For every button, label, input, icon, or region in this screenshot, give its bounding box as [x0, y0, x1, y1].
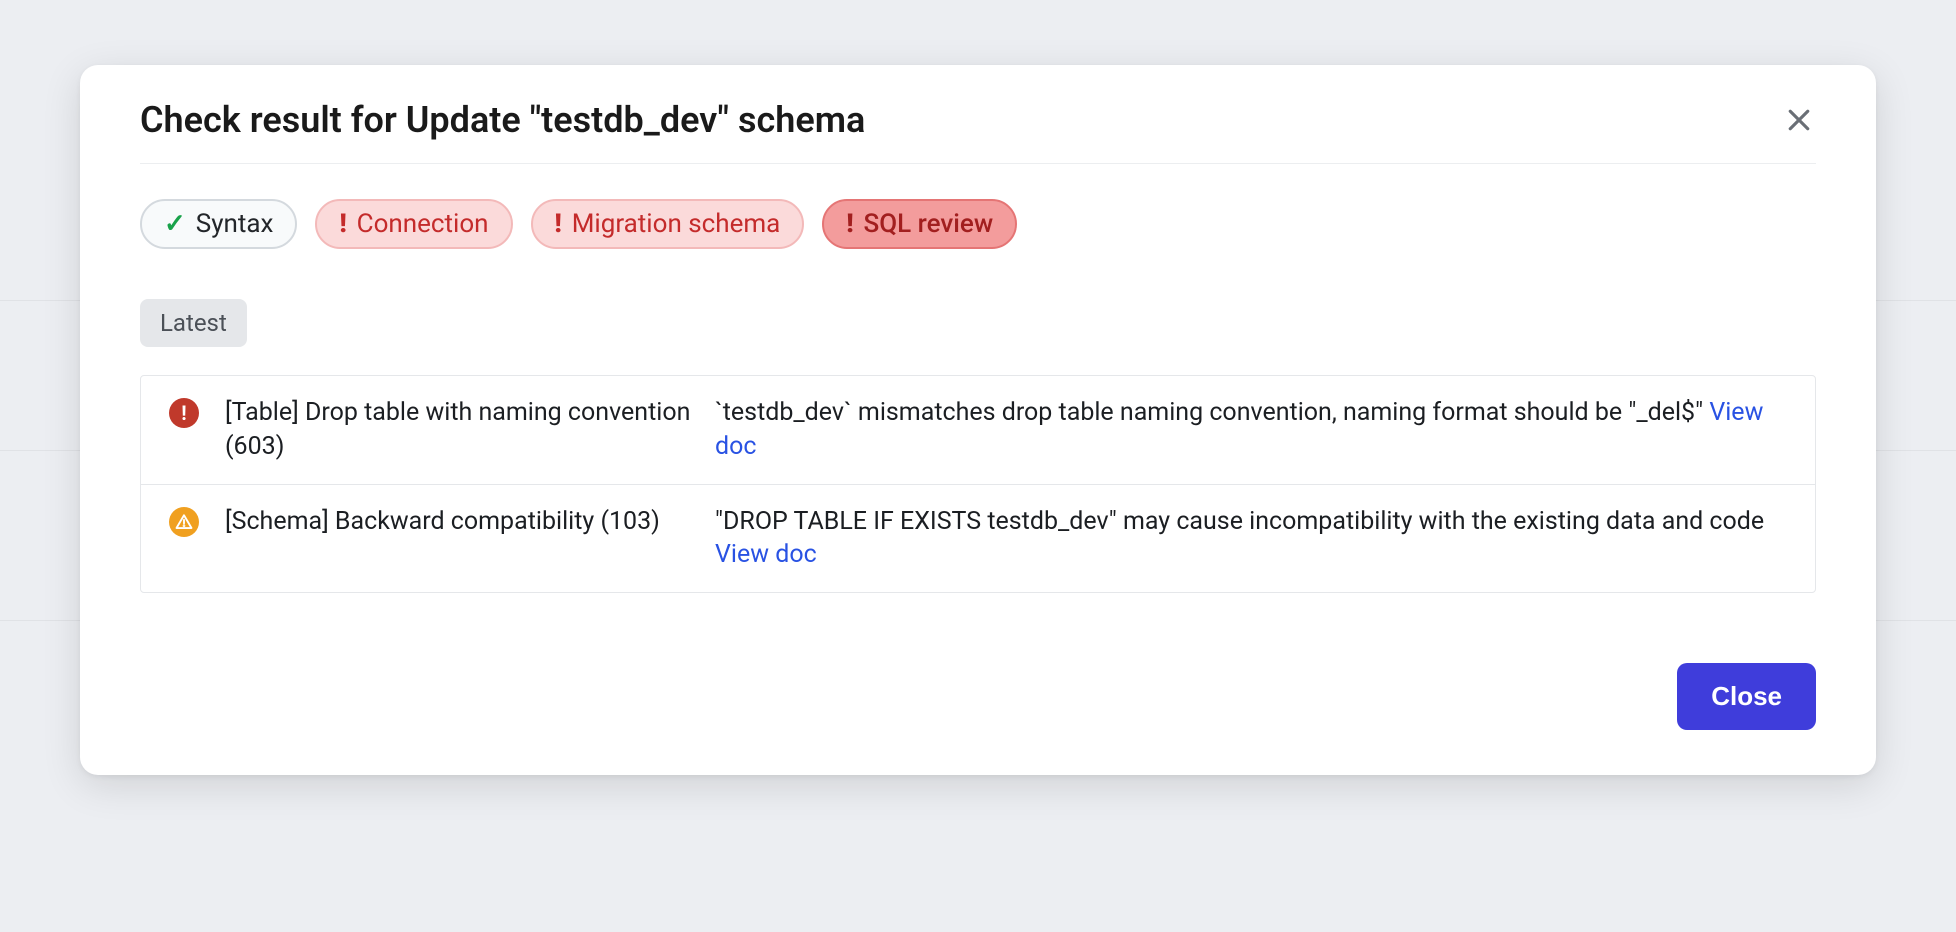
row-severity-icon-wrap: !: [169, 396, 205, 428]
result-row: [Schema] Backward compatibility (103) "D…: [141, 485, 1815, 593]
chip-migration-schema[interactable]: ! Migration schema: [531, 199, 805, 249]
chip-sql-review[interactable]: ! SQL review: [822, 199, 1017, 249]
result-description-text: "DROP TABLE IF EXISTS testdb_dev" may ca…: [715, 507, 1764, 536]
exclamation-icon: !: [555, 209, 562, 239]
check-icon: ✓: [164, 209, 186, 239]
triangle-exclamation-icon: [175, 513, 193, 531]
result-description: `testdb_dev` mismatches drop table namin…: [715, 396, 1787, 464]
exclamation-icon: !: [339, 209, 346, 239]
chip-label: Migration schema: [572, 209, 781, 239]
view-doc-link[interactable]: View doc: [715, 540, 817, 569]
chip-label: Syntax: [196, 209, 274, 239]
chip-connection[interactable]: ! Connection: [315, 199, 512, 249]
chip-label: SQL review: [864, 209, 994, 239]
close-icon-button[interactable]: [1782, 103, 1816, 137]
close-button[interactable]: Close: [1677, 663, 1816, 730]
results-table: ! [Table] Drop table with naming convent…: [140, 375, 1816, 593]
modal-footer: Close: [140, 593, 1816, 730]
result-rule-title: [Table] Drop table with naming conventio…: [225, 396, 695, 464]
error-icon: !: [169, 398, 199, 428]
latest-filter[interactable]: Latest: [140, 299, 247, 347]
check-result-modal: Check result for Update "testdb_dev" sch…: [80, 65, 1876, 775]
modal-title: Check result for Update "testdb_dev" sch…: [140, 99, 865, 141]
chip-syntax[interactable]: ✓ Syntax: [140, 199, 297, 249]
result-rule-title: [Schema] Backward compatibility (103): [225, 505, 695, 539]
close-icon: [1784, 105, 1814, 135]
filter-row: Latest: [140, 299, 1816, 347]
modal-header: Check result for Update "testdb_dev" sch…: [140, 65, 1816, 164]
warning-icon: [169, 507, 199, 537]
result-description-text: `testdb_dev` mismatches drop table namin…: [715, 398, 1703, 427]
chip-label: Connection: [357, 209, 489, 239]
check-category-chips: ✓ Syntax ! Connection ! Migration schema…: [140, 164, 1816, 249]
result-description: "DROP TABLE IF EXISTS testdb_dev" may ca…: [715, 505, 1787, 573]
row-severity-icon-wrap: [169, 505, 205, 537]
result-row: ! [Table] Drop table with naming convent…: [141, 376, 1815, 485]
exclamation-icon: !: [846, 209, 853, 239]
